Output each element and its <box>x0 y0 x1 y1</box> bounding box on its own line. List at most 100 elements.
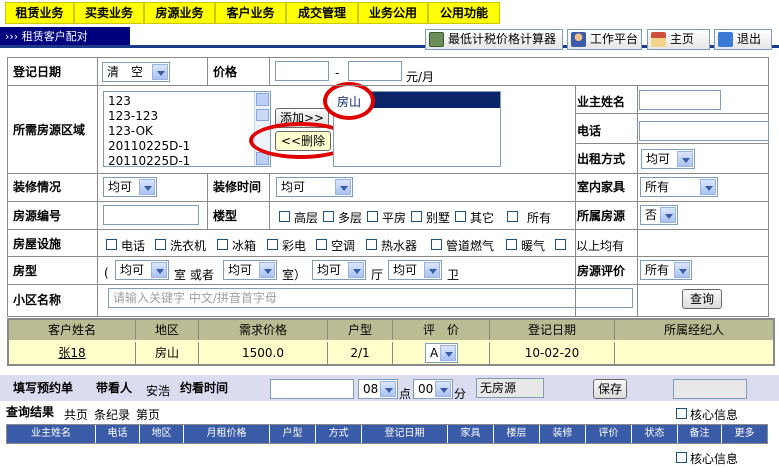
scroll-up-icon[interactable] <box>256 93 269 106</box>
decor-select[interactable]: 均可 <box>103 177 157 197</box>
col-header: 地区 <box>140 425 184 443</box>
checkbox-flat[interactable] <box>367 211 378 222</box>
area-listbox[interactable]: 123 123-123 123-OK 20110225D-1 20110225D… <box>103 91 271 167</box>
calculator-icon <box>429 32 444 47</box>
menu-common-biz[interactable]: 业务公用 <box>358 2 428 24</box>
decor-time-label: 装修时间 <box>213 180 262 194</box>
owner-name-label: 业主姓名 <box>577 95 626 109</box>
chevron-down-icon <box>335 179 351 195</box>
appointment-extra-input[interactable] <box>673 379 747 399</box>
checkbox-phone[interactable] <box>106 239 117 250</box>
checkbox-other[interactable] <box>455 211 466 222</box>
chevron-down-icon <box>700 179 716 195</box>
col-header: 状态 <box>632 425 678 443</box>
checkbox-heating[interactable] <box>506 239 517 250</box>
tax-calculator-button[interactable]: 最低计税价格计算器 <box>425 29 563 50</box>
hour-unit: 点 <box>399 387 412 401</box>
checkbox-all[interactable] <box>507 211 518 222</box>
checkbox-label: 管道燃气 <box>446 239 495 253</box>
core-info-checkbox-bottom[interactable] <box>676 452 687 463</box>
menu-common-func[interactable]: 公用功能 <box>428 2 500 24</box>
menu-customer[interactable]: 客户业务 <box>215 2 286 24</box>
menu-rent[interactable]: 租赁业务 <box>5 2 74 24</box>
checkbox-heater[interactable] <box>366 239 377 250</box>
checkbox-label: 所有 <box>527 211 552 225</box>
chevron-down-icon <box>152 64 168 80</box>
col-header: 方式 <box>316 425 362 443</box>
checkbox-label: 彩电 <box>282 239 307 253</box>
room2-select[interactable]: 均可 <box>223 260 277 280</box>
reg-date-select[interactable]: 清 空 <box>102 62 170 82</box>
list-item[interactable]: 123 <box>108 94 131 108</box>
col-header: 所属经纪人 <box>615 320 773 340</box>
selected-area-text: 房山 <box>337 95 362 109</box>
save-button[interactable]: 保存 <box>593 379 627 399</box>
menu-property[interactable]: 房源业务 <box>144 2 215 24</box>
table-row[interactable]: 张18 <box>9 342 136 364</box>
search-button[interactable]: 查询 <box>682 289 722 309</box>
checkbox-all-facilities[interactable] <box>555 239 566 250</box>
community-input[interactable]: 请输入关键字 中文/拼音首字母 <box>108 288 633 308</box>
rent-mode-select[interactable]: 均可 <box>641 149 695 169</box>
home-button[interactable]: 主页 <box>647 29 710 50</box>
code-input[interactable] <box>103 205 199 225</box>
checkbox-label: 冰箱 <box>232 239 257 253</box>
bath-select[interactable]: 均可 <box>388 260 442 280</box>
checkbox-gas[interactable] <box>431 239 442 250</box>
owner-name-input[interactable] <box>639 90 721 110</box>
col-header: 电话 <box>96 425 140 443</box>
type-label: 房型 <box>13 264 38 278</box>
workbench-button[interactable]: 工作平台 <box>567 29 642 50</box>
checkbox-multi[interactable] <box>323 211 334 222</box>
checkbox-ac[interactable] <box>316 239 327 250</box>
core-info-label: 核心信息 <box>690 408 739 422</box>
furniture-select[interactable]: 所有 <box>640 177 718 197</box>
checkbox-fridge[interactable] <box>217 239 228 250</box>
page-title: ››› 租赁客户配对 <box>0 27 130 46</box>
list-item[interactable]: 20110225D-1 <box>108 139 190 153</box>
table-cell: 房山 <box>136 342 199 364</box>
checkbox-label: 热水器 <box>381 239 418 253</box>
user-icon <box>571 32 586 47</box>
price-max-input[interactable] <box>348 61 402 81</box>
fill-appointment-label: 填写预约单 <box>13 381 74 395</box>
reg-date-label: 登记日期 <box>13 65 62 79</box>
core-info-checkbox[interactable] <box>676 408 687 419</box>
checkbox-washer[interactable] <box>155 239 166 250</box>
own-select[interactable]: 否 <box>640 205 678 225</box>
list-item[interactable]: 123-OK <box>108 124 153 138</box>
hall-select[interactable]: 均可 <box>312 260 366 280</box>
price-min-input[interactable] <box>275 61 329 81</box>
scroll-thumb[interactable] <box>256 109 269 121</box>
rating-select[interactable]: 所有 <box>640 260 692 280</box>
col-header: 装修 <box>540 425 586 443</box>
exit-button[interactable]: 退出 <box>714 29 772 50</box>
list-item[interactable]: 20110225D-1 <box>108 154 190 166</box>
chevron-down-icon <box>435 381 451 397</box>
list-item[interactable]: 123-123 <box>108 109 158 123</box>
checkbox-villa[interactable] <box>411 211 422 222</box>
checkbox-label: 多层 <box>338 211 363 225</box>
chevron-down-icon <box>348 262 364 278</box>
records-count: 条纪录 <box>94 408 131 422</box>
checkbox-high[interactable] <box>279 211 290 222</box>
phone-input[interactable] <box>639 121 769 141</box>
building-label: 楼型 <box>213 209 238 223</box>
chevron-down-icon <box>660 207 676 223</box>
hour-select[interactable]: 08 <box>358 379 398 399</box>
results-label: 查询结果 <box>6 405 55 419</box>
customer-rating-select[interactable]: A <box>425 343 458 363</box>
col-header: 更多 <box>722 425 767 443</box>
room-select[interactable]: 均可 <box>115 260 169 280</box>
decor-time-select[interactable]: 均可 <box>276 177 353 197</box>
minute-select[interactable]: 00 <box>413 379 453 399</box>
customer-name-link[interactable]: 张18 <box>58 346 85 360</box>
chevron-down-icon <box>139 179 155 195</box>
checkbox-tv[interactable] <box>267 239 278 250</box>
menu-deal[interactable]: 成交管理 <box>286 2 358 24</box>
col-header: 登记日期 <box>490 320 615 340</box>
checkbox-label: 空调 <box>331 239 356 253</box>
menu-sale[interactable]: 买卖业务 <box>74 2 144 24</box>
col-header: 需求价格 <box>199 320 328 340</box>
appointment-date-input[interactable] <box>270 379 354 399</box>
